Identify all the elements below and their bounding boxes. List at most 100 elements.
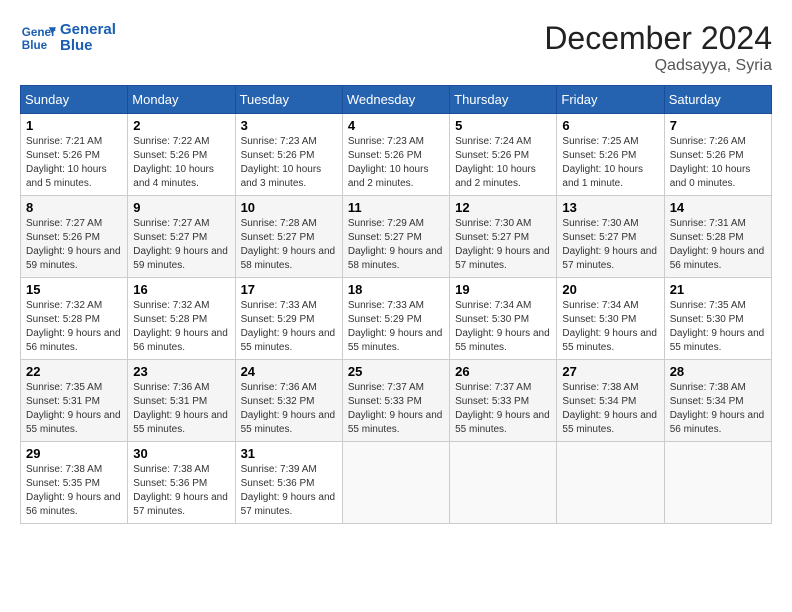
day-number: 23 xyxy=(133,364,229,379)
day-detail: Sunrise: 7:35 AMSunset: 5:30 PMDaylight:… xyxy=(670,300,765,353)
day-number: 1 xyxy=(26,118,122,133)
day-detail: Sunrise: 7:29 AMSunset: 5:27 PMDaylight:… xyxy=(348,218,443,271)
calendar-day-cell: 14 Sunrise: 7:31 AMSunset: 5:28 PMDaylig… xyxy=(664,196,771,278)
calendar-day-cell: 20 Sunrise: 7:34 AMSunset: 5:30 PMDaylig… xyxy=(557,278,664,360)
page-header: General Blue General Blue December 2024 … xyxy=(20,20,772,75)
day-detail: Sunrise: 7:32 AMSunset: 5:28 PMDaylight:… xyxy=(133,300,228,353)
weekday-header-cell: Tuesday xyxy=(235,86,342,114)
calendar-day-cell: 30 Sunrise: 7:38 AMSunset: 5:36 PMDaylig… xyxy=(128,442,235,524)
day-detail: Sunrise: 7:22 AMSunset: 5:26 PMDaylight:… xyxy=(133,136,214,189)
day-detail: Sunrise: 7:39 AMSunset: 5:36 PMDaylight:… xyxy=(241,464,336,517)
day-number: 8 xyxy=(26,200,122,215)
calendar-week-row: 1 Sunrise: 7:21 AMSunset: 5:26 PMDayligh… xyxy=(21,114,772,196)
day-number: 3 xyxy=(241,118,337,133)
calendar-body: 1 Sunrise: 7:21 AMSunset: 5:26 PMDayligh… xyxy=(21,114,772,524)
calendar-day-cell: 18 Sunrise: 7:33 AMSunset: 5:29 PMDaylig… xyxy=(342,278,449,360)
day-detail: Sunrise: 7:38 AMSunset: 5:34 PMDaylight:… xyxy=(562,382,657,435)
day-detail: Sunrise: 7:23 AMSunset: 5:26 PMDaylight:… xyxy=(348,136,429,189)
calendar-day-cell: 3 Sunrise: 7:23 AMSunset: 5:26 PMDayligh… xyxy=(235,114,342,196)
day-detail: Sunrise: 7:37 AMSunset: 5:33 PMDaylight:… xyxy=(348,382,443,435)
calendar-day-cell: 9 Sunrise: 7:27 AMSunset: 5:27 PMDayligh… xyxy=(128,196,235,278)
calendar-week-row: 22 Sunrise: 7:35 AMSunset: 5:31 PMDaylig… xyxy=(21,360,772,442)
day-detail: Sunrise: 7:33 AMSunset: 5:29 PMDaylight:… xyxy=(348,300,443,353)
calendar-week-row: 15 Sunrise: 7:32 AMSunset: 5:28 PMDaylig… xyxy=(21,278,772,360)
day-number: 4 xyxy=(348,118,444,133)
day-number: 22 xyxy=(26,364,122,379)
day-detail: Sunrise: 7:34 AMSunset: 5:30 PMDaylight:… xyxy=(562,300,657,353)
calendar-day-cell: 23 Sunrise: 7:36 AMSunset: 5:31 PMDaylig… xyxy=(128,360,235,442)
day-number: 17 xyxy=(241,282,337,297)
weekday-header-cell: Wednesday xyxy=(342,86,449,114)
day-detail: Sunrise: 7:38 AMSunset: 5:35 PMDaylight:… xyxy=(26,464,121,517)
day-detail: Sunrise: 7:27 AMSunset: 5:27 PMDaylight:… xyxy=(133,218,228,271)
title-block: December 2024 Qadsayya, Syria xyxy=(544,20,772,75)
calendar-day-cell: 24 Sunrise: 7:36 AMSunset: 5:32 PMDaylig… xyxy=(235,360,342,442)
month-year: December 2024 xyxy=(544,20,772,57)
day-number: 30 xyxy=(133,446,229,461)
calendar-day-cell: 31 Sunrise: 7:39 AMSunset: 5:36 PMDaylig… xyxy=(235,442,342,524)
calendar-day-cell: 8 Sunrise: 7:27 AMSunset: 5:26 PMDayligh… xyxy=(21,196,128,278)
day-number: 24 xyxy=(241,364,337,379)
calendar-day-cell: 25 Sunrise: 7:37 AMSunset: 5:33 PMDaylig… xyxy=(342,360,449,442)
calendar-day-cell xyxy=(557,442,664,524)
weekday-header-cell: Saturday xyxy=(664,86,771,114)
day-number: 14 xyxy=(670,200,766,215)
day-detail: Sunrise: 7:32 AMSunset: 5:28 PMDaylight:… xyxy=(26,300,121,353)
day-detail: Sunrise: 7:21 AMSunset: 5:26 PMDaylight:… xyxy=(26,136,107,189)
calendar-day-cell: 6 Sunrise: 7:25 AMSunset: 5:26 PMDayligh… xyxy=(557,114,664,196)
calendar-day-cell: 5 Sunrise: 7:24 AMSunset: 5:26 PMDayligh… xyxy=(450,114,557,196)
day-detail: Sunrise: 7:35 AMSunset: 5:31 PMDaylight:… xyxy=(26,382,121,435)
day-number: 19 xyxy=(455,282,551,297)
day-number: 10 xyxy=(241,200,337,215)
day-detail: Sunrise: 7:30 AMSunset: 5:27 PMDaylight:… xyxy=(455,218,550,271)
day-detail: Sunrise: 7:38 AMSunset: 5:36 PMDaylight:… xyxy=(133,464,228,517)
day-detail: Sunrise: 7:33 AMSunset: 5:29 PMDaylight:… xyxy=(241,300,336,353)
day-number: 28 xyxy=(670,364,766,379)
calendar-day-cell: 10 Sunrise: 7:28 AMSunset: 5:27 PMDaylig… xyxy=(235,196,342,278)
calendar-day-cell: 4 Sunrise: 7:23 AMSunset: 5:26 PMDayligh… xyxy=(342,114,449,196)
day-detail: Sunrise: 7:30 AMSunset: 5:27 PMDaylight:… xyxy=(562,218,657,271)
svg-text:Blue: Blue xyxy=(22,39,48,52)
day-detail: Sunrise: 7:36 AMSunset: 5:31 PMDaylight:… xyxy=(133,382,228,435)
day-number: 16 xyxy=(133,282,229,297)
calendar-week-row: 8 Sunrise: 7:27 AMSunset: 5:26 PMDayligh… xyxy=(21,196,772,278)
calendar-day-cell: 21 Sunrise: 7:35 AMSunset: 5:30 PMDaylig… xyxy=(664,278,771,360)
calendar-day-cell: 11 Sunrise: 7:29 AMSunset: 5:27 PMDaylig… xyxy=(342,196,449,278)
calendar-day-cell: 12 Sunrise: 7:30 AMSunset: 5:27 PMDaylig… xyxy=(450,196,557,278)
day-number: 20 xyxy=(562,282,658,297)
day-detail: Sunrise: 7:24 AMSunset: 5:26 PMDaylight:… xyxy=(455,136,536,189)
day-detail: Sunrise: 7:23 AMSunset: 5:26 PMDaylight:… xyxy=(241,136,322,189)
logo-icon: General Blue xyxy=(20,20,56,56)
weekday-header-row: SundayMondayTuesdayWednesdayThursdayFrid… xyxy=(21,86,772,114)
day-number: 9 xyxy=(133,200,229,215)
calendar-day-cell: 28 Sunrise: 7:38 AMSunset: 5:34 PMDaylig… xyxy=(664,360,771,442)
calendar-table: SundayMondayTuesdayWednesdayThursdayFrid… xyxy=(20,85,772,524)
location: Qadsayya, Syria xyxy=(544,57,772,75)
day-number: 25 xyxy=(348,364,444,379)
day-number: 2 xyxy=(133,118,229,133)
logo: General Blue General Blue xyxy=(20,20,116,56)
calendar-day-cell xyxy=(450,442,557,524)
day-number: 21 xyxy=(670,282,766,297)
calendar-day-cell: 27 Sunrise: 7:38 AMSunset: 5:34 PMDaylig… xyxy=(557,360,664,442)
calendar-week-row: 29 Sunrise: 7:38 AMSunset: 5:35 PMDaylig… xyxy=(21,442,772,524)
day-number: 13 xyxy=(562,200,658,215)
weekday-header-cell: Friday xyxy=(557,86,664,114)
day-number: 12 xyxy=(455,200,551,215)
calendar-day-cell xyxy=(342,442,449,524)
calendar-day-cell: 26 Sunrise: 7:37 AMSunset: 5:33 PMDaylig… xyxy=(450,360,557,442)
calendar-day-cell xyxy=(664,442,771,524)
day-number: 15 xyxy=(26,282,122,297)
calendar-day-cell: 2 Sunrise: 7:22 AMSunset: 5:26 PMDayligh… xyxy=(128,114,235,196)
calendar-day-cell: 7 Sunrise: 7:26 AMSunset: 5:26 PMDayligh… xyxy=(664,114,771,196)
calendar-day-cell: 22 Sunrise: 7:35 AMSunset: 5:31 PMDaylig… xyxy=(21,360,128,442)
day-number: 7 xyxy=(670,118,766,133)
day-number: 26 xyxy=(455,364,551,379)
calendar-day-cell: 19 Sunrise: 7:34 AMSunset: 5:30 PMDaylig… xyxy=(450,278,557,360)
day-number: 31 xyxy=(241,446,337,461)
calendar-day-cell: 16 Sunrise: 7:32 AMSunset: 5:28 PMDaylig… xyxy=(128,278,235,360)
day-detail: Sunrise: 7:36 AMSunset: 5:32 PMDaylight:… xyxy=(241,382,336,435)
day-detail: Sunrise: 7:26 AMSunset: 5:26 PMDaylight:… xyxy=(670,136,751,189)
day-detail: Sunrise: 7:38 AMSunset: 5:34 PMDaylight:… xyxy=(670,382,765,435)
weekday-header-cell: Thursday xyxy=(450,86,557,114)
